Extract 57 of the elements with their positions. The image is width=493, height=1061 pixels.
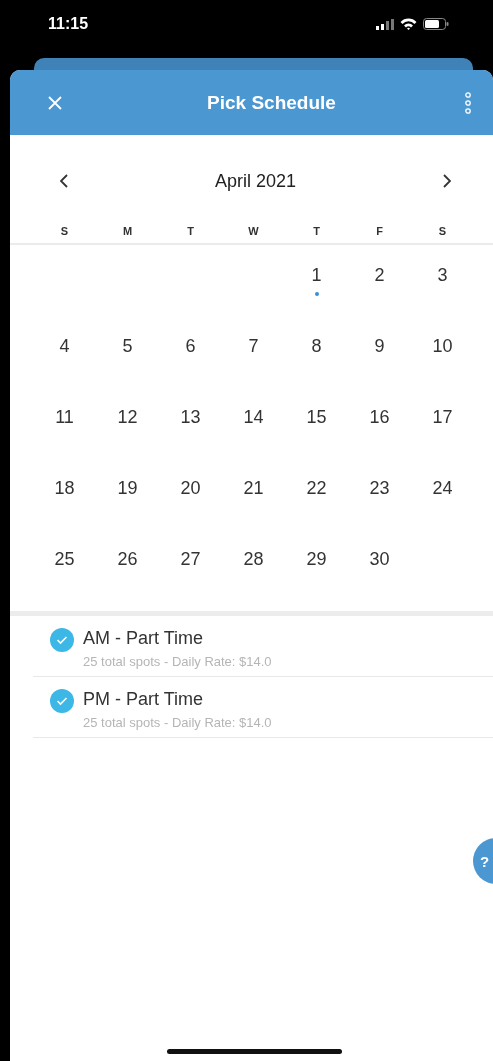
- day-cell[interactable]: 5: [118, 334, 137, 359]
- day-cell[interactable]: 27: [176, 547, 205, 572]
- weekday-label: T: [187, 225, 194, 237]
- schedule-title: AM - Part Time: [83, 628, 204, 649]
- day-cell[interactable]: 18: [50, 476, 79, 501]
- day-cell[interactable]: 28: [239, 547, 268, 572]
- weekday-label: M: [122, 225, 133, 237]
- day-cell[interactable]: 23: [365, 476, 394, 501]
- day-cell[interactable]: 22: [302, 476, 331, 501]
- schedule-details: 25 total spots - Daily Rate: $14.0: [83, 715, 272, 730]
- schedule-details: 25 total spots - Daily Rate: $14.0: [83, 654, 272, 669]
- checkmark-icon: [56, 635, 68, 645]
- month-title: April 2021: [214, 170, 297, 192]
- battery-icon: [423, 18, 449, 30]
- day-cell[interactable]: 14: [239, 405, 268, 430]
- schedule-title: PM - Part Time: [83, 689, 204, 710]
- day-cell[interactable]: 3: [433, 263, 452, 288]
- day-cell[interactable]: 2: [370, 263, 389, 288]
- checkbox[interactable]: [50, 689, 74, 713]
- close-icon: [48, 95, 62, 110]
- day-cell[interactable]: 7: [244, 334, 263, 359]
- weekday-label: W: [248, 225, 259, 237]
- more-icon: [465, 91, 471, 114]
- header-title: Pick Schedule: [207, 91, 336, 114]
- day-cell[interactable]: 10: [428, 334, 457, 359]
- day-cell[interactable]: 12: [113, 405, 142, 430]
- day-cell[interactable]: 8: [307, 334, 326, 359]
- weekday-label: F: [376, 225, 383, 237]
- signal-icon: [376, 18, 394, 30]
- day-cell[interactable]: 6: [181, 334, 200, 359]
- day-cell[interactable]: 30: [365, 547, 394, 572]
- close-button[interactable]: [48, 95, 62, 110]
- day-cell[interactable]: 11: [51, 405, 78, 430]
- chevron-right-icon: [443, 174, 451, 188]
- checkmark-icon: [56, 696, 68, 706]
- chevron-left-icon: [60, 174, 68, 188]
- day-cell[interactable]: 4: [55, 334, 74, 359]
- day-cell[interactable]: 29: [302, 547, 331, 572]
- status-time: 11:15: [48, 15, 89, 33]
- more-button[interactable]: [465, 91, 471, 114]
- day-cell[interactable]: 13: [176, 405, 205, 430]
- day-cell[interactable]: 25: [50, 547, 79, 572]
- checkbox[interactable]: [50, 628, 74, 652]
- day-cell[interactable]: 15: [302, 405, 331, 430]
- day-cell[interactable]: 20: [176, 476, 205, 501]
- day-cell[interactable]: 21: [239, 476, 268, 501]
- day-cell[interactable]: 26: [113, 547, 142, 572]
- day-cell[interactable]: 19: [113, 476, 142, 501]
- day-cell[interactable]: 9: [370, 334, 389, 359]
- day-cell[interactable]: 24: [428, 476, 457, 501]
- weekday-label: S: [438, 225, 447, 237]
- day-cell[interactable]: 16: [365, 405, 394, 430]
- weekday-label: T: [313, 225, 320, 237]
- wifi-icon: [400, 18, 417, 30]
- day-cell[interactable]: 1: [307, 263, 326, 288]
- day-cell[interactable]: 17: [428, 405, 457, 430]
- weekday-label: S: [60, 225, 69, 237]
